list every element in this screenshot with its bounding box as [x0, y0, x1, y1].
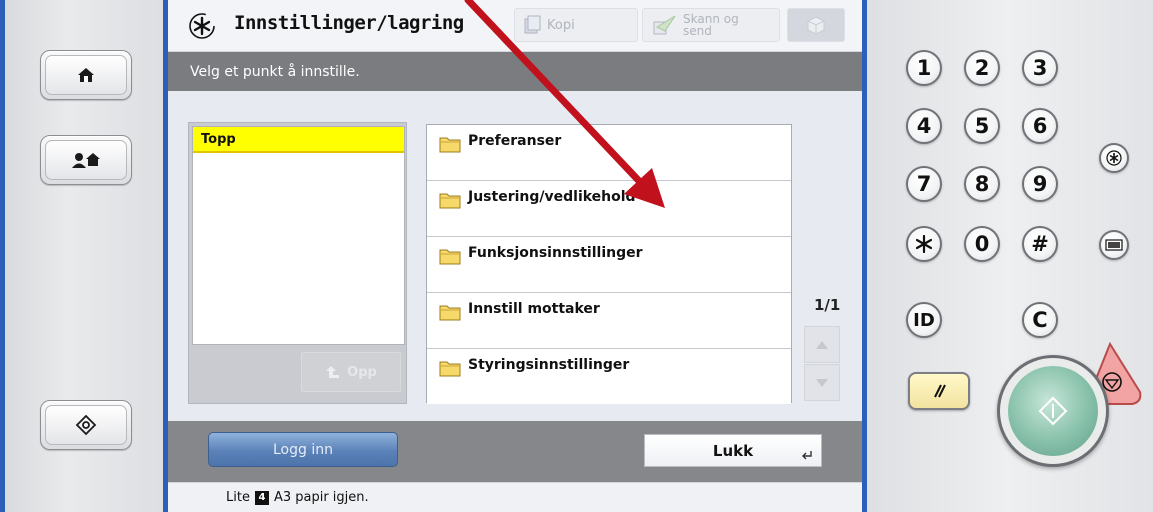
annotation-arrow — [464, 0, 665, 208]
